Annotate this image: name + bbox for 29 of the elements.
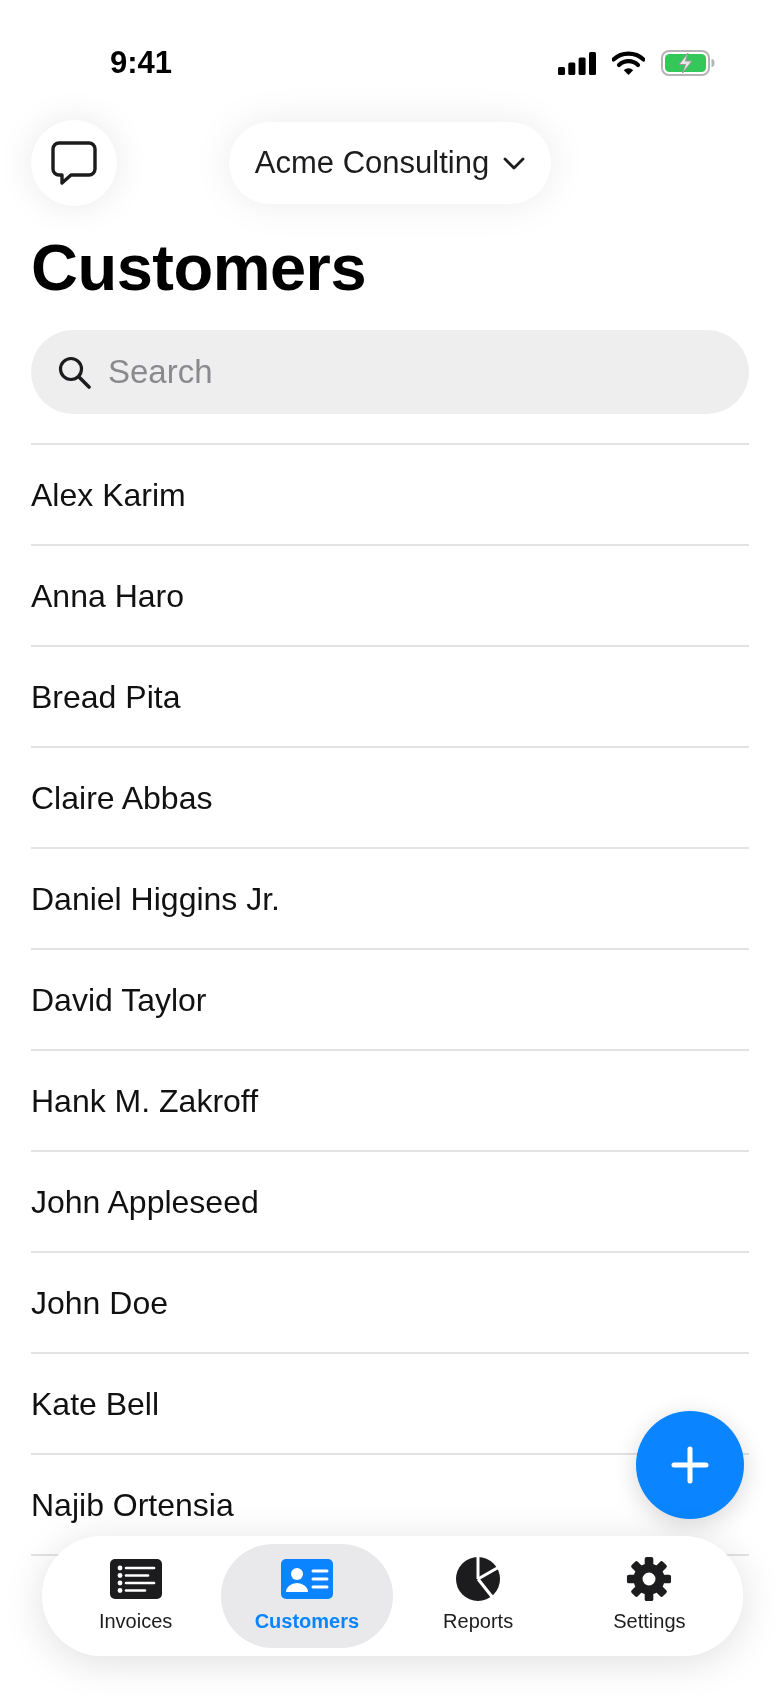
list-icon	[109, 1559, 162, 1599]
customer-name[interactable]: Daniel Higgins Jr.	[31, 878, 280, 919]
tab[interactable]: Invoices	[50, 1544, 222, 1648]
customer-name[interactable]: Najib Ortensia	[31, 1484, 234, 1525]
customer-name[interactable]: Anna Haro	[31, 575, 184, 616]
customer-name[interactable]: Kate Bell	[31, 1383, 160, 1424]
company-selector[interactable]: Acme Consulting	[228, 122, 552, 204]
tab[interactable]: Reports	[392, 1544, 564, 1648]
chat-bubble-icon	[51, 140, 97, 186]
tab[interactable]: Settings	[563, 1544, 735, 1648]
contact-card-icon	[280, 1559, 333, 1599]
signal-icon	[558, 51, 596, 75]
pie-chart-icon	[455, 1556, 502, 1602]
plus-icon	[671, 1446, 709, 1484]
search-icon	[58, 356, 91, 389]
chevron-down-icon	[503, 156, 526, 170]
battery-charging-icon	[661, 50, 715, 76]
customer-name[interactable]: Hank M. Zakroff	[31, 1080, 259, 1121]
status-time: 9:41	[110, 44, 173, 82]
customer-name[interactable]: David Taylor	[31, 979, 207, 1020]
customer-name[interactable]: Bread Pita	[31, 676, 181, 717]
settings-icon	[626, 1556, 673, 1602]
wifi-icon	[612, 51, 645, 75]
customer-name[interactable]: John Doe	[31, 1282, 168, 1323]
search-field[interactable]: Search	[31, 330, 749, 414]
customer-name[interactable]: John Appleseed	[31, 1181, 259, 1222]
customer-name[interactable]: Claire Abbas	[31, 777, 213, 818]
customer-name[interactable]: Alex Karim	[31, 474, 186, 515]
page-title: Customers	[31, 233, 368, 303]
